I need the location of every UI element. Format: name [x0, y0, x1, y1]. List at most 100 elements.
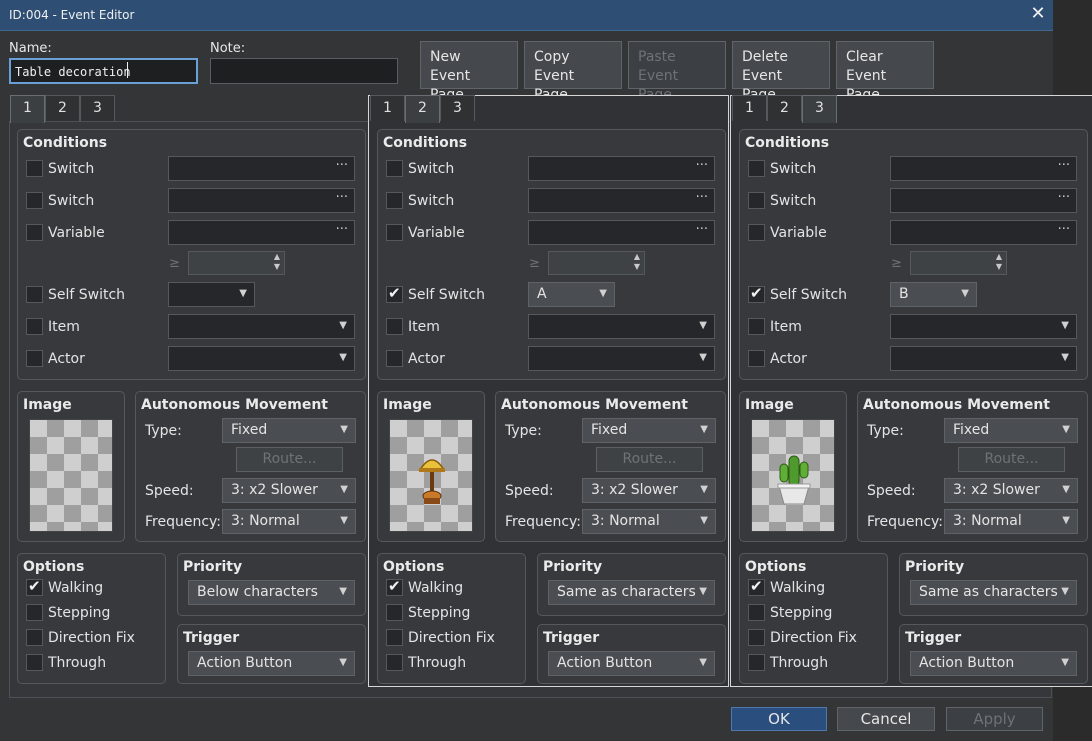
movement-type-select[interactable]: Fixed ▼	[944, 418, 1078, 443]
new-event-page-button[interactable]: NewEvent Page	[420, 41, 518, 103]
movement-speed-select[interactable]: 3: x2 Slower ▼	[944, 478, 1078, 503]
stepping-checkbox[interactable]	[748, 604, 765, 621]
variable-field[interactable]: ···	[168, 220, 355, 245]
priority-select[interactable]: Same as characters ▼	[910, 580, 1077, 605]
movement-frequency-select[interactable]: 3: Normal ▼	[582, 509, 716, 534]
self-switch-select[interactable]: B ▼	[890, 282, 977, 307]
priority-select[interactable]: Same as characters ▼	[548, 580, 715, 605]
tab-page-1[interactable]: 1	[10, 95, 45, 123]
tab-page-1[interactable]: 1	[370, 95, 405, 121]
item-select[interactable]: ▼	[168, 314, 355, 339]
variable-value-spinner[interactable]: ▲ ▼	[188, 251, 285, 275]
item-checkbox[interactable]	[386, 318, 403, 335]
switch-1-field[interactable]: ···	[168, 156, 355, 181]
movement-type-select[interactable]: Fixed ▼	[222, 418, 356, 443]
switch-2-checkbox[interactable]	[748, 192, 765, 209]
route-button[interactable]: Route...	[958, 447, 1065, 472]
variable-value-spinner[interactable]: ▲ ▼	[910, 251, 1007, 275]
actor-select[interactable]: ▼	[890, 346, 1077, 371]
variable-value-spinner[interactable]: ▲ ▼	[548, 251, 645, 275]
item-select[interactable]: ▼	[528, 314, 715, 339]
stepping-checkbox[interactable]	[386, 604, 403, 621]
tab-page-3[interactable]: 3	[802, 95, 837, 123]
tab-page-2[interactable]: 2	[405, 95, 440, 123]
direction-fix-checkbox[interactable]	[748, 629, 765, 646]
paste-event-page-button[interactable]: PasteEvent Page	[628, 41, 726, 103]
delete-event-page-button[interactable]: DeleteEvent Page	[732, 41, 830, 103]
self-switch-checkbox[interactable]	[386, 284, 403, 303]
actor-checkbox[interactable]	[386, 350, 403, 367]
switch-1-field[interactable]: ···	[890, 156, 1077, 181]
switch-1-checkbox[interactable]	[26, 160, 43, 177]
walking-checkbox[interactable]	[748, 577, 765, 596]
tab-page-1[interactable]: 1	[732, 95, 767, 121]
variable-checkbox[interactable]	[748, 224, 765, 241]
trigger-select[interactable]: Action Button ▼	[910, 651, 1077, 676]
variable-checkbox[interactable]	[386, 224, 403, 241]
event-image-preview[interactable]	[389, 419, 473, 532]
through-checkbox[interactable]	[748, 654, 765, 671]
ok-button[interactable]: OK	[731, 707, 827, 731]
ellipsis-icon[interactable]: ···	[696, 158, 708, 173]
actor-checkbox[interactable]	[748, 350, 765, 367]
movement-frequency-select[interactable]: 3: Normal ▼	[944, 509, 1078, 534]
ellipsis-icon[interactable]: ···	[336, 158, 348, 173]
actor-select[interactable]: ▼	[168, 346, 355, 371]
priority-select[interactable]: Below characters ▼	[188, 580, 355, 605]
switch-2-field[interactable]: ···	[168, 188, 355, 213]
movement-type-select[interactable]: Fixed ▼	[582, 418, 716, 443]
trigger-select[interactable]: Action Button ▼	[548, 651, 715, 676]
spin-up-down-icon[interactable]: ▲ ▼	[634, 252, 640, 272]
switch-1-checkbox[interactable]	[386, 160, 403, 177]
through-checkbox[interactable]	[26, 654, 43, 671]
event-image-preview[interactable]	[751, 419, 835, 532]
ellipsis-icon[interactable]: ···	[336, 222, 348, 237]
trigger-select[interactable]: Action Button ▼	[188, 651, 355, 676]
tab-page-2[interactable]: 2	[45, 95, 80, 121]
route-button[interactable]: Route...	[596, 447, 703, 472]
switch-1-checkbox[interactable]	[748, 160, 765, 177]
self-switch-select[interactable]: A ▼	[528, 282, 615, 307]
stepping-checkbox[interactable]	[26, 604, 43, 621]
walking-checkbox[interactable]	[386, 577, 403, 596]
movement-speed-select[interactable]: 3: x2 Slower ▼	[222, 478, 356, 503]
self-switch-checkbox[interactable]	[26, 286, 43, 303]
direction-fix-checkbox[interactable]	[26, 629, 43, 646]
tab-page-2[interactable]: 2	[767, 95, 802, 121]
cancel-button[interactable]: Cancel	[837, 707, 935, 731]
actor-checkbox[interactable]	[26, 350, 43, 367]
clear-event-page-button[interactable]: ClearEvent Page	[836, 41, 934, 103]
event-image-preview[interactable]	[29, 419, 113, 532]
tab-page-3[interactable]: 3	[440, 95, 475, 121]
switch-1-field[interactable]: ···	[528, 156, 715, 181]
ellipsis-icon[interactable]: ···	[1058, 222, 1070, 237]
actor-select[interactable]: ▼	[528, 346, 715, 371]
close-icon[interactable]: ✕	[1029, 3, 1047, 24]
variable-field[interactable]: ···	[890, 220, 1077, 245]
movement-speed-select[interactable]: 3: x2 Slower ▼	[582, 478, 716, 503]
switch-2-checkbox[interactable]	[26, 192, 43, 209]
movement-frequency-select[interactable]: 3: Normal ▼	[222, 509, 356, 534]
ellipsis-icon[interactable]: ···	[1058, 190, 1070, 205]
switch-2-checkbox[interactable]	[386, 192, 403, 209]
ellipsis-icon[interactable]: ···	[696, 222, 708, 237]
ellipsis-icon[interactable]: ···	[1058, 158, 1070, 173]
item-select[interactable]: ▼	[890, 314, 1077, 339]
direction-fix-checkbox[interactable]	[386, 629, 403, 646]
name-input[interactable]: Table decoration	[9, 58, 198, 84]
spin-up-down-icon[interactable]: ▲ ▼	[996, 252, 1002, 272]
ellipsis-icon[interactable]: ···	[696, 190, 708, 205]
copy-event-page-button[interactable]: CopyEvent Page	[524, 41, 622, 103]
self-switch-select[interactable]: ▼	[168, 282, 255, 307]
through-checkbox[interactable]	[386, 654, 403, 671]
ellipsis-icon[interactable]: ···	[336, 190, 348, 205]
self-switch-checkbox[interactable]	[748, 284, 765, 303]
switch-2-field[interactable]: ···	[890, 188, 1077, 213]
walking-checkbox[interactable]	[26, 577, 43, 596]
apply-button[interactable]: Apply	[946, 707, 1043, 731]
variable-field[interactable]: ···	[528, 220, 715, 245]
item-checkbox[interactable]	[748, 318, 765, 335]
item-checkbox[interactable]	[26, 318, 43, 335]
spin-up-down-icon[interactable]: ▲ ▼	[274, 252, 280, 272]
tab-page-3[interactable]: 3	[80, 95, 115, 121]
